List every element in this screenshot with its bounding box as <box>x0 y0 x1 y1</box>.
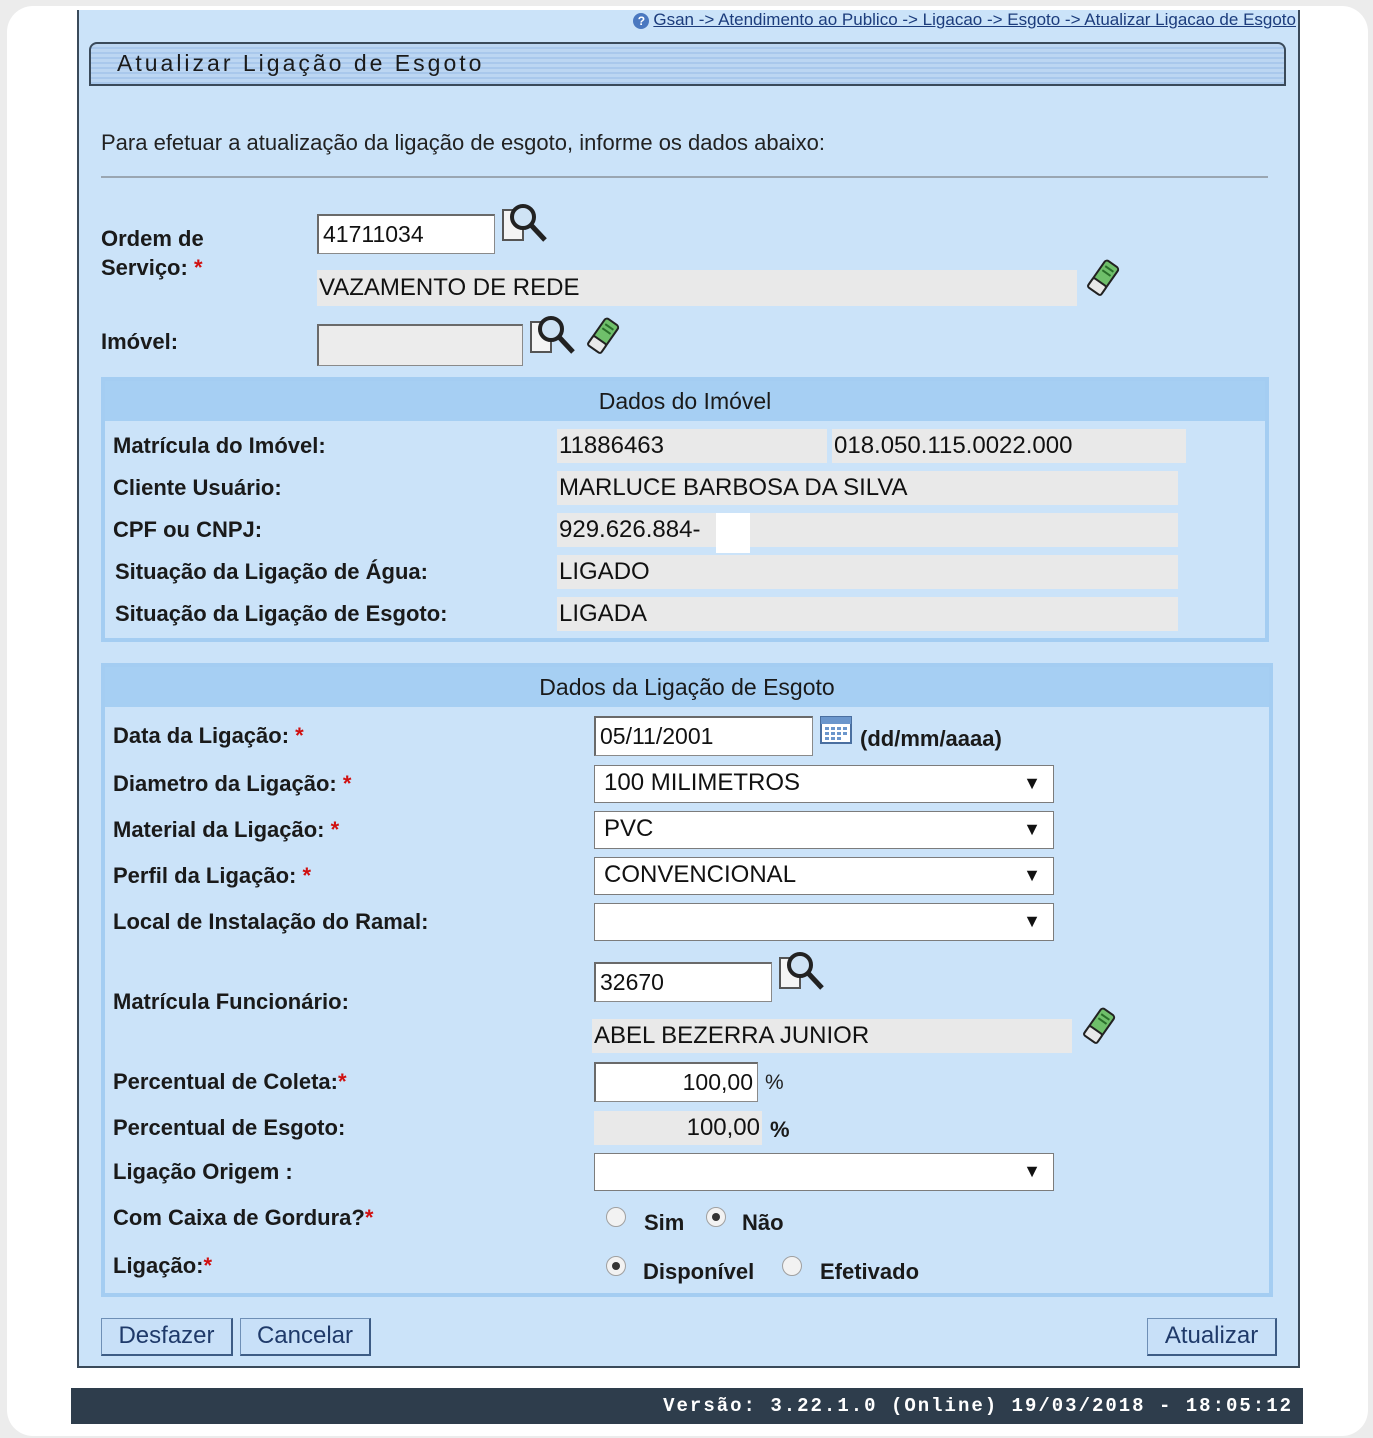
ligacao-efetivado-radio[interactable] <box>782 1256 802 1276</box>
required-mark: * <box>193 255 203 280</box>
ligacao-origem-label: Ligação Origem : <box>113 1159 293 1184</box>
required-mark: * <box>203 1253 213 1278</box>
clear-imovel-icon[interactable] <box>584 316 622 356</box>
desfazer-button[interactable]: Desfazer <box>101 1318 233 1356</box>
perfil-label: Perfil da Ligação: * <box>113 863 311 889</box>
gordura-sim-radio[interactable] <box>606 1207 626 1227</box>
gordura-nao-radio[interactable] <box>706 1207 726 1227</box>
sit-esgoto-value: LIGADA <box>557 597 1178 631</box>
gordura-sim-label[interactable]: Sim <box>644 1210 684 1236</box>
imovel-label: Imóvel: <box>101 329 179 354</box>
divider <box>101 176 1268 178</box>
matricula-funcionario-input[interactable]: 32670 <box>594 962 772 1002</box>
caixa-gordura-label-text: Com Caixa de Gordura? <box>113 1205 365 1230</box>
material-label-text: Material da Ligação: <box>113 817 325 842</box>
search-ordem-icon[interactable] <box>499 200 551 246</box>
perfil-label-text: Perfil da Ligação: <box>113 863 297 888</box>
data-format-hint: (dd/mm/aaaa) <box>860 726 1002 751</box>
matricula-value: 11886463 <box>557 429 827 463</box>
ligacao-disponivel-radio[interactable] <box>606 1256 626 1276</box>
ordem-servico-input[interactable]: 41711034 <box>317 214 495 254</box>
chevron-down-icon: ▼ <box>1023 1161 1041 1181</box>
atualizar-button[interactable]: Atualizar <box>1147 1318 1277 1356</box>
sit-agua-label: Situação da Ligação de Água: <box>115 559 428 584</box>
percentual-esgoto-label: Percentual de Esgoto: <box>113 1115 346 1140</box>
page-title: Atualizar Ligação de Esgoto <box>117 50 485 76</box>
perfil-selected: CONVENCIONAL <box>604 861 797 888</box>
clear-funcionario-icon[interactable] <box>1080 1006 1118 1046</box>
diametro-label: Diametro da Ligação: * <box>113 771 351 797</box>
sit-agua-value: LIGADO <box>557 555 1178 589</box>
redaction-block <box>716 513 750 553</box>
cpf-label: CPF ou CNPJ: <box>113 517 263 542</box>
material-label: Material da Ligação: * <box>113 817 339 843</box>
page-title-bar: Atualizar Ligação de Esgoto <box>89 42 1286 86</box>
calendar-icon[interactable] <box>820 716 852 744</box>
data-ligacao-label: Data da Ligação: * <box>113 723 304 749</box>
local-instalacao-label: Local de Instalação do Ramal: <box>113 909 429 934</box>
ligacao-efetivado-label[interactable]: Efetivado <box>820 1259 919 1285</box>
inscricao-value: 018.050.115.0022.000 <box>832 429 1186 463</box>
ligacao-label: Ligação:* <box>113 1253 212 1279</box>
required-mark: * <box>342 771 352 796</box>
required-mark: * <box>330 817 340 842</box>
chevron-down-icon: ▼ <box>1023 911 1041 931</box>
required-mark: * <box>295 723 304 748</box>
diametro-selected: 100 MILIMETROS <box>604 769 801 796</box>
ligacao-label-text: Ligação: <box>113 1253 204 1278</box>
diametro-select[interactable]: 100 MILIMETROS ▼ <box>594 765 1054 803</box>
help-icon[interactable]: ? <box>633 12 650 29</box>
ordem-label-line1: Ordem de <box>101 226 204 251</box>
search-funcionario-icon[interactable] <box>776 948 828 994</box>
chevron-down-icon: ▼ <box>1023 865 1041 885</box>
intro-text: Para efetuar a atualização da ligação de… <box>101 130 826 155</box>
percent-sign: % <box>770 1117 790 1142</box>
local-instalacao-select[interactable]: ▼ <box>594 903 1054 941</box>
search-imovel-icon[interactable] <box>527 312 579 358</box>
data-ligacao-input[interactable]: 05/11/2001 <box>594 716 813 756</box>
required-mark: * <box>364 1205 374 1230</box>
cpf-value: 929.626.884- <box>557 513 1178 547</box>
gordura-nao-label[interactable]: Não <box>742 1210 784 1236</box>
chevron-down-icon: ▼ <box>1023 773 1041 793</box>
cliente-label: Cliente Usuário: <box>113 475 282 500</box>
percent-sign: % <box>765 1071 784 1094</box>
imovel-input[interactable] <box>317 324 523 366</box>
dados-imovel-header: Dados do Imóvel <box>105 381 1265 421</box>
breadcrumb-text[interactable]: Gsan -> Atendimento ao Publico -> Ligaca… <box>653 10 1296 29</box>
diametro-label-text: Diametro da Ligação: <box>113 771 337 796</box>
required-mark: * <box>302 863 312 888</box>
breadcrumb[interactable]: ? Gsan -> Atendimento ao Publico -> Ligac… <box>506 10 1296 30</box>
required-mark: * <box>337 1069 347 1094</box>
ordem-label-line2: Serviço: <box>101 255 188 280</box>
sit-esgoto-label: Situação da Ligação de Esgoto: <box>115 601 448 626</box>
ordem-description: VAZAMENTO DE REDE <box>317 270 1077 306</box>
clear-ordem-icon[interactable] <box>1084 258 1122 298</box>
material-select[interactable]: PVC ▼ <box>594 811 1054 849</box>
cliente-value: MARLUCE BARBOSA DA SILVA <box>557 471 1178 505</box>
data-ligacao-label-text: Data da Ligação: <box>113 723 290 748</box>
matricula-funcionario-label: Matrícula Funcionário: <box>113 989 349 1014</box>
dados-ligacao-header: Dados da Ligação de Esgoto <box>105 667 1269 707</box>
percentual-coleta-label-text: Percentual de Coleta: <box>113 1069 338 1094</box>
chevron-down-icon: ▼ <box>1023 819 1041 839</box>
percentual-coleta-input[interactable]: 100,00 <box>594 1062 758 1102</box>
percentual-esgoto-value: 100,00 <box>594 1111 762 1145</box>
caixa-gordura-label: Com Caixa de Gordura?* <box>113 1205 373 1231</box>
version-footer: Versão: 3.22.1.0 (Online) 19/03/2018 - 1… <box>71 1388 1303 1424</box>
ligacao-disponivel-label[interactable]: Disponível <box>643 1259 754 1285</box>
funcionario-name: ABEL BEZERRA JUNIOR <box>592 1019 1072 1053</box>
material-selected: PVC <box>604 815 654 842</box>
ligacao-origem-select[interactable]: ▼ <box>594 1153 1054 1191</box>
perfil-select[interactable]: CONVENCIONAL ▼ <box>594 857 1054 895</box>
ordem-label: Ordem de Serviço: * <box>101 226 204 281</box>
matricula-label: Matrícula do Imóvel: <box>113 433 326 458</box>
cancelar-button[interactable]: Cancelar <box>240 1318 371 1356</box>
percentual-coleta-label: Percentual de Coleta:* <box>113 1069 347 1095</box>
